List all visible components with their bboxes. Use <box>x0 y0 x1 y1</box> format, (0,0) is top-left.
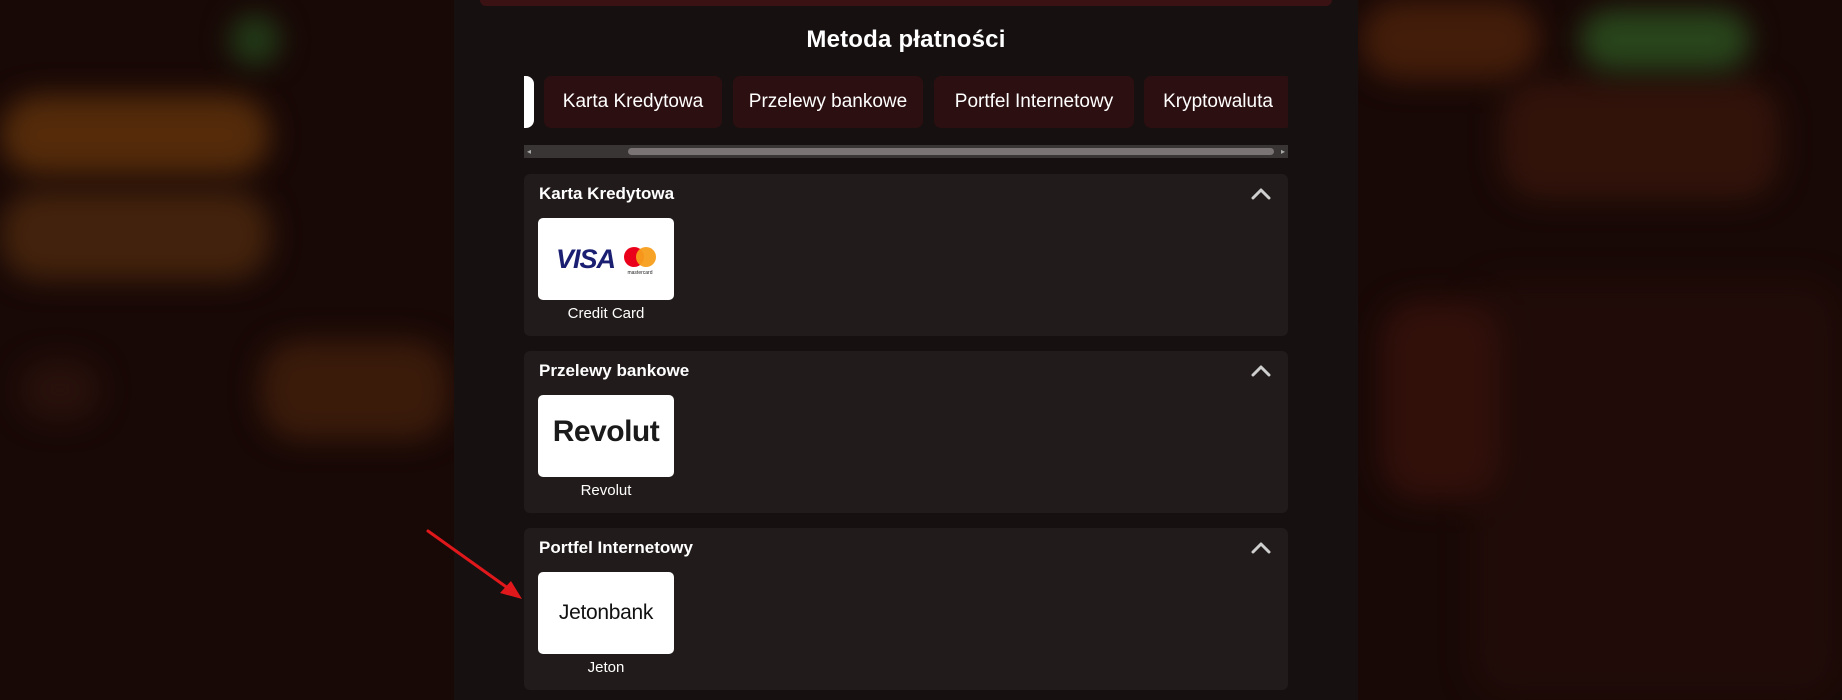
section-portfel-internetowy: Portfel Internetowy Jetonbank Jeton <box>524 528 1288 690</box>
scroll-left-icon[interactable]: ◂ <box>527 148 531 156</box>
jeton-method[interactable]: Jetonbank <box>538 572 674 654</box>
payment-tabs: Karta Kredytowa Przelewy bankowe Portfel… <box>524 76 1288 128</box>
tab-portfel-internetowy[interactable]: Portfel Internetowy <box>934 76 1134 128</box>
visa-logo: VISA <box>556 244 616 274</box>
modal-title: Metoda płatności <box>806 26 1006 53</box>
chevron-up-icon[interactable] <box>1250 186 1272 202</box>
revolut-logo: Revolut <box>552 415 660 448</box>
section-karta-kredytowa: Karta Kredytowa VISA mastercard Credit C… <box>524 174 1288 336</box>
svg-text:mastercard: mastercard <box>627 270 652 276</box>
jetonbank-logo: Jetonbank <box>558 601 654 624</box>
section-title: Przelewy bankowe <box>539 361 690 380</box>
payment-method-modal: Metoda płatności Karta Kredytowa Przelew… <box>454 0 1358 700</box>
method-label: Jeton <box>587 659 625 676</box>
tab-partial-active[interactable] <box>524 76 534 128</box>
chevron-up-icon[interactable] <box>1250 363 1272 379</box>
method-label: Revolut <box>580 482 632 499</box>
modal-top-bar <box>480 0 1332 6</box>
section-title: Karta Kredytowa <box>539 184 675 203</box>
tab-kryptowaluta[interactable]: Kryptowaluta <box>1144 76 1288 128</box>
tab-przelewy-bankowe[interactable]: Przelewy bankowe <box>733 76 923 128</box>
tabs-scrollbar[interactable]: ◂ ▸ <box>524 145 1288 158</box>
method-label: Credit Card <box>567 305 645 322</box>
chevron-up-icon[interactable] <box>1250 540 1272 556</box>
mastercard-logo: mastercard <box>624 247 656 276</box>
scrollbar-thumb[interactable] <box>628 148 1274 155</box>
scroll-right-icon[interactable]: ▸ <box>1281 148 1285 156</box>
red-arrow-annotation <box>426 529 522 599</box>
section-title: Portfel Internetowy <box>539 538 693 557</box>
revolut-method[interactable]: Revolut <box>538 395 674 477</box>
section-przelewy-bankowe: Przelewy bankowe Revolut Revolut <box>524 351 1288 513</box>
credit-card-method[interactable]: VISA mastercard <box>538 218 674 300</box>
tab-karta-kredytowa[interactable]: Karta Kredytowa <box>544 76 722 128</box>
